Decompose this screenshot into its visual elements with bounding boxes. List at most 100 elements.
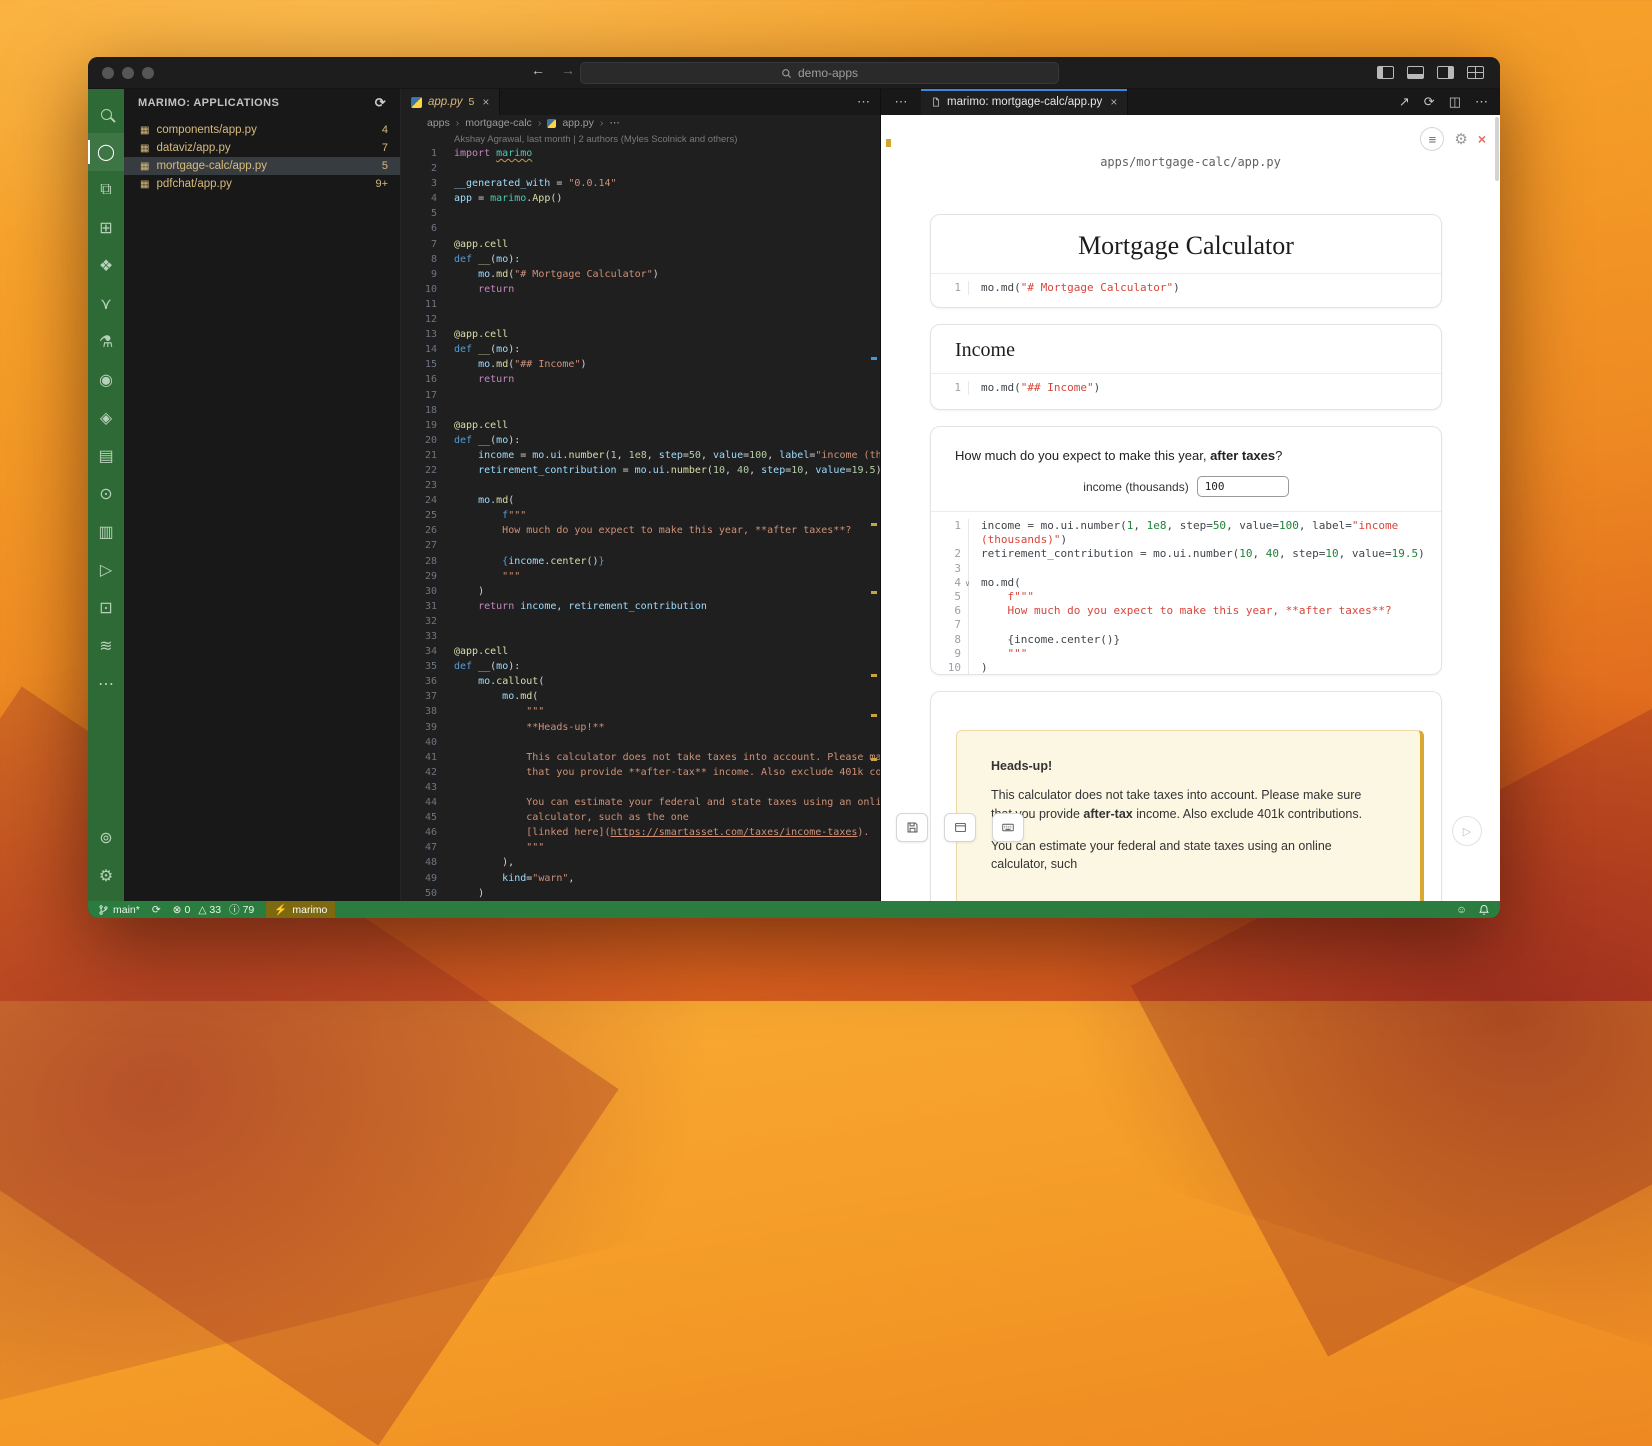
reload-icon[interactable]: ⟳ — [1424, 94, 1435, 110]
code-token: "# Mortgage Calculator" — [1021, 281, 1173, 294]
breadcrumb-item-mortgage-calc[interactable]: mortgage-calc — [465, 117, 532, 129]
forward-arrow-icon[interactable]: → — [561, 62, 575, 78]
code-token: 40 — [737, 465, 749, 476]
marimo-icon[interactable]: ◯ — [88, 133, 124, 171]
line-number: 7 — [401, 237, 437, 252]
testing-flask-icon[interactable]: ⚗ — [88, 323, 124, 361]
code-token: mo — [496, 661, 508, 672]
source-control-fork-icon[interactable]: ⋎ — [88, 285, 124, 323]
code-line: 42 that you provide **after-tax** income… — [401, 765, 880, 780]
sidebar-item-pdfchat[interactable]: ▦pdfchat/app.py9+ — [124, 175, 400, 193]
menu-icon[interactable]: ≡ — [1420, 127, 1444, 151]
code-line: 18 — [401, 403, 880, 418]
code-token: , — [725, 465, 737, 476]
debug-play-icon[interactable]: ▷ — [88, 551, 124, 589]
shutdown-icon[interactable]: × — [1478, 131, 1486, 147]
code-token — [454, 722, 526, 733]
sidebar-item-components[interactable]: ▦components/app.py4 — [124, 121, 400, 139]
code-token: label — [779, 450, 809, 461]
line-number: 42 — [401, 765, 437, 780]
back-arrow-icon[interactable]: ← — [531, 62, 545, 78]
code-line: 37 mo.md( — [401, 689, 880, 704]
toggle-secondary-sidebar-icon[interactable] — [1437, 66, 1454, 79]
more-items-icon[interactable]: ⋯ — [88, 665, 124, 703]
sidebar-item-dataviz[interactable]: ▦dataviz/app.py7 — [124, 139, 400, 157]
sidebar-item-mortgage-calc[interactable]: ▦mortgage-calc/app.py5 — [124, 157, 400, 175]
open-in-browser-button[interactable] — [944, 813, 976, 842]
breadcrumb-item-apps[interactable]: apps — [427, 117, 450, 129]
search-preview-icon[interactable]: ⊞ — [88, 209, 124, 247]
line-number: 7 — [931, 618, 968, 632]
line-number: 40 — [401, 735, 437, 750]
lightning-icon: ⚡ — [274, 903, 287, 916]
keyboard-shortcuts-button[interactable] — [992, 813, 1024, 842]
code-token — [454, 450, 478, 461]
run-app-button[interactable]: ▷ — [1452, 816, 1482, 846]
extensions-icon[interactable]: ❖ — [88, 247, 124, 285]
breadcrumb-more-icon[interactable]: ⋯ — [609, 117, 620, 129]
more-actions-icon[interactable]: ⋯ — [1475, 94, 1488, 110]
tab-marimo-webview[interactable]: marimo: mortgage-calc/app.py × — [921, 89, 1128, 115]
output-code-line: 7 — [931, 618, 1441, 632]
bell-icon[interactable] — [1478, 904, 1490, 916]
sync-changes-item[interactable]: ⟳ — [152, 904, 161, 916]
close-icon[interactable]: × — [482, 95, 489, 109]
search-icon[interactable] — [88, 95, 124, 133]
status-bar-right: ☺ — [1456, 904, 1490, 916]
collapse-chevron-icon[interactable]: ∨ — [965, 577, 970, 591]
save-button[interactable] — [896, 813, 928, 842]
more-actions-icon[interactable]: ⋯ — [881, 89, 921, 115]
close-icon[interactable]: × — [1110, 95, 1117, 109]
search-glyph — [101, 109, 112, 120]
play-icon: ▷ — [1463, 825, 1471, 838]
traffic-light-close[interactable] — [102, 67, 114, 79]
code-line: 31 return income, retirement_contributio… — [401, 599, 880, 614]
github-icon[interactable]: ◉ — [88, 361, 124, 399]
callout-paragraph-2: You can estimate your federal and state … — [991, 837, 1383, 875]
toggle-sidebar-icon[interactable] — [1377, 66, 1394, 79]
traffic-light-zoom[interactable] — [142, 67, 154, 79]
feedback-smiley-icon[interactable]: ☺ — [1456, 904, 1467, 916]
open-external-icon[interactable]: ↗ — [1399, 94, 1410, 110]
problems-item[interactable]: ⊗0 △33 ⓘ79 — [173, 902, 255, 917]
code-token: ): — [508, 435, 520, 446]
stale-cell-indicator — [886, 139, 891, 147]
layout-panels-icon[interactable]: ▤ — [88, 437, 124, 475]
line-number: 38 — [401, 704, 437, 719]
app-file-path: apps/mortgage-calc/app.py — [881, 155, 1500, 169]
docker-icon[interactable]: ≋ — [88, 627, 124, 665]
output-code-line: 8 {income.center()} — [931, 633, 1441, 647]
gems-icon[interactable]: ◈ — [88, 399, 124, 437]
breadcrumb-item-app-py[interactable]: app.py — [562, 117, 594, 129]
remote-window-icon[interactable]: ⊡ — [88, 589, 124, 627]
gear-icon[interactable]: ⚙ — [1454, 130, 1467, 148]
tab-app-py[interactable]: app.py 5 × — [401, 89, 500, 115]
toggle-panel-icon[interactable] — [1407, 66, 1424, 79]
code-token — [454, 827, 526, 838]
split-editor-icon[interactable]: ◫ — [1449, 94, 1461, 110]
notebook-panel-icon[interactable]: ▥ — [88, 513, 124, 551]
git-branch-item[interactable]: main* — [98, 904, 140, 916]
more-actions-icon[interactable]: ⋯ — [857, 89, 870, 115]
settings-gear-icon[interactable]: ⚙ — [88, 857, 124, 895]
code-token: """ — [502, 571, 520, 582]
marimo-status-item[interactable]: ⚡ marimo — [266, 901, 335, 918]
refresh-icon[interactable]: ⟳ — [375, 95, 386, 111]
copy-pages-icon[interactable]: ⧉ — [88, 171, 124, 209]
problem-count-badge: 9+ — [375, 178, 388, 190]
line-number: 45 — [401, 810, 437, 825]
code-editor[interactable]: Akshay Agrawal, last month | 2 authors (… — [401, 131, 880, 901]
account-icon[interactable]: ⊚ — [88, 819, 124, 857]
traffic-light-minimize[interactable] — [122, 67, 134, 79]
run-circle-icon[interactable]: ⊙ — [88, 475, 124, 513]
code-token: 100 — [749, 450, 767, 461]
code-token: __ — [478, 254, 490, 265]
code-token: ) — [653, 269, 659, 280]
income-input[interactable] — [1197, 476, 1289, 497]
customize-layout-icon[interactable] — [1467, 66, 1484, 79]
line-number: 6 — [931, 604, 968, 618]
line-number: 1 — [931, 281, 968, 295]
webview-scrollbar[interactable] — [1495, 117, 1499, 181]
code-token: ) — [876, 465, 880, 476]
command-center-search[interactable]: demo-apps — [580, 62, 1059, 84]
